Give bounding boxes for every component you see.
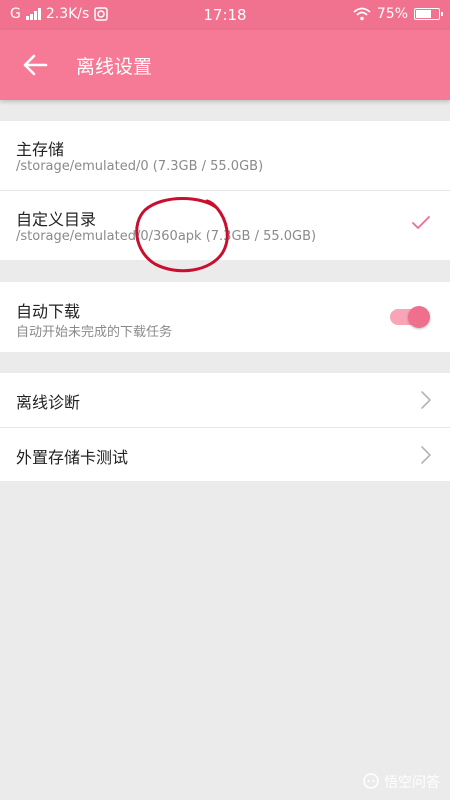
storage-option-primary[interactable]: 主存储 /storage/emulated/0 (7.3GB / 55.0GB) <box>0 121 450 191</box>
chevron-right-icon <box>421 446 431 464</box>
check-icon <box>412 216 430 229</box>
battery-percent: 75% <box>376 6 408 22</box>
menu-item-label: 离线诊断 <box>16 393 81 412</box>
storage-option-path: /storage/emulated/0 (7.3GB / 55.0GB) <box>16 159 264 174</box>
storage-option-title: 自定义目录 <box>16 210 97 229</box>
watermark: 悟空问答 <box>362 772 440 792</box>
annotation-circle <box>135 197 229 273</box>
auto-download-section: 自动下载 自动开始未完成的下载任务 <box>0 282 450 352</box>
speech-bubble-icon <box>363 773 379 789</box>
auto-download-title: 自动下载 <box>16 302 81 321</box>
wifi-icon <box>353 7 371 21</box>
menu-item-sdcard-test[interactable]: 外置存储卡测试 <box>0 428 450 482</box>
arrow-left-icon[interactable] <box>22 52 48 78</box>
battery-icon <box>414 8 443 20</box>
app-bar: 离线设置 <box>0 30 450 100</box>
auto-download-row[interactable]: 自动下载 自动开始未完成的下载任务 <box>0 282 450 352</box>
auto-download-toggle[interactable] <box>390 306 430 328</box>
auto-download-subtitle: 自动开始未完成的下载任务 <box>16 325 173 340</box>
watermark-text: 悟空问答 <box>384 775 440 791</box>
tools-section: 离线诊断 外置存储卡测试 <box>0 373 450 481</box>
menu-item-offline-diagnosis[interactable]: 离线诊断 <box>0 373 450 428</box>
storage-option-title: 主存储 <box>16 140 65 159</box>
page-title: 离线设置 <box>76 56 153 78</box>
chevron-right-icon <box>421 391 431 409</box>
status-right: 75% <box>353 6 443 22</box>
status-bar: G 2.3K/s 17:18 75% <box>0 0 450 30</box>
menu-item-label: 外置存储卡测试 <box>16 448 129 467</box>
